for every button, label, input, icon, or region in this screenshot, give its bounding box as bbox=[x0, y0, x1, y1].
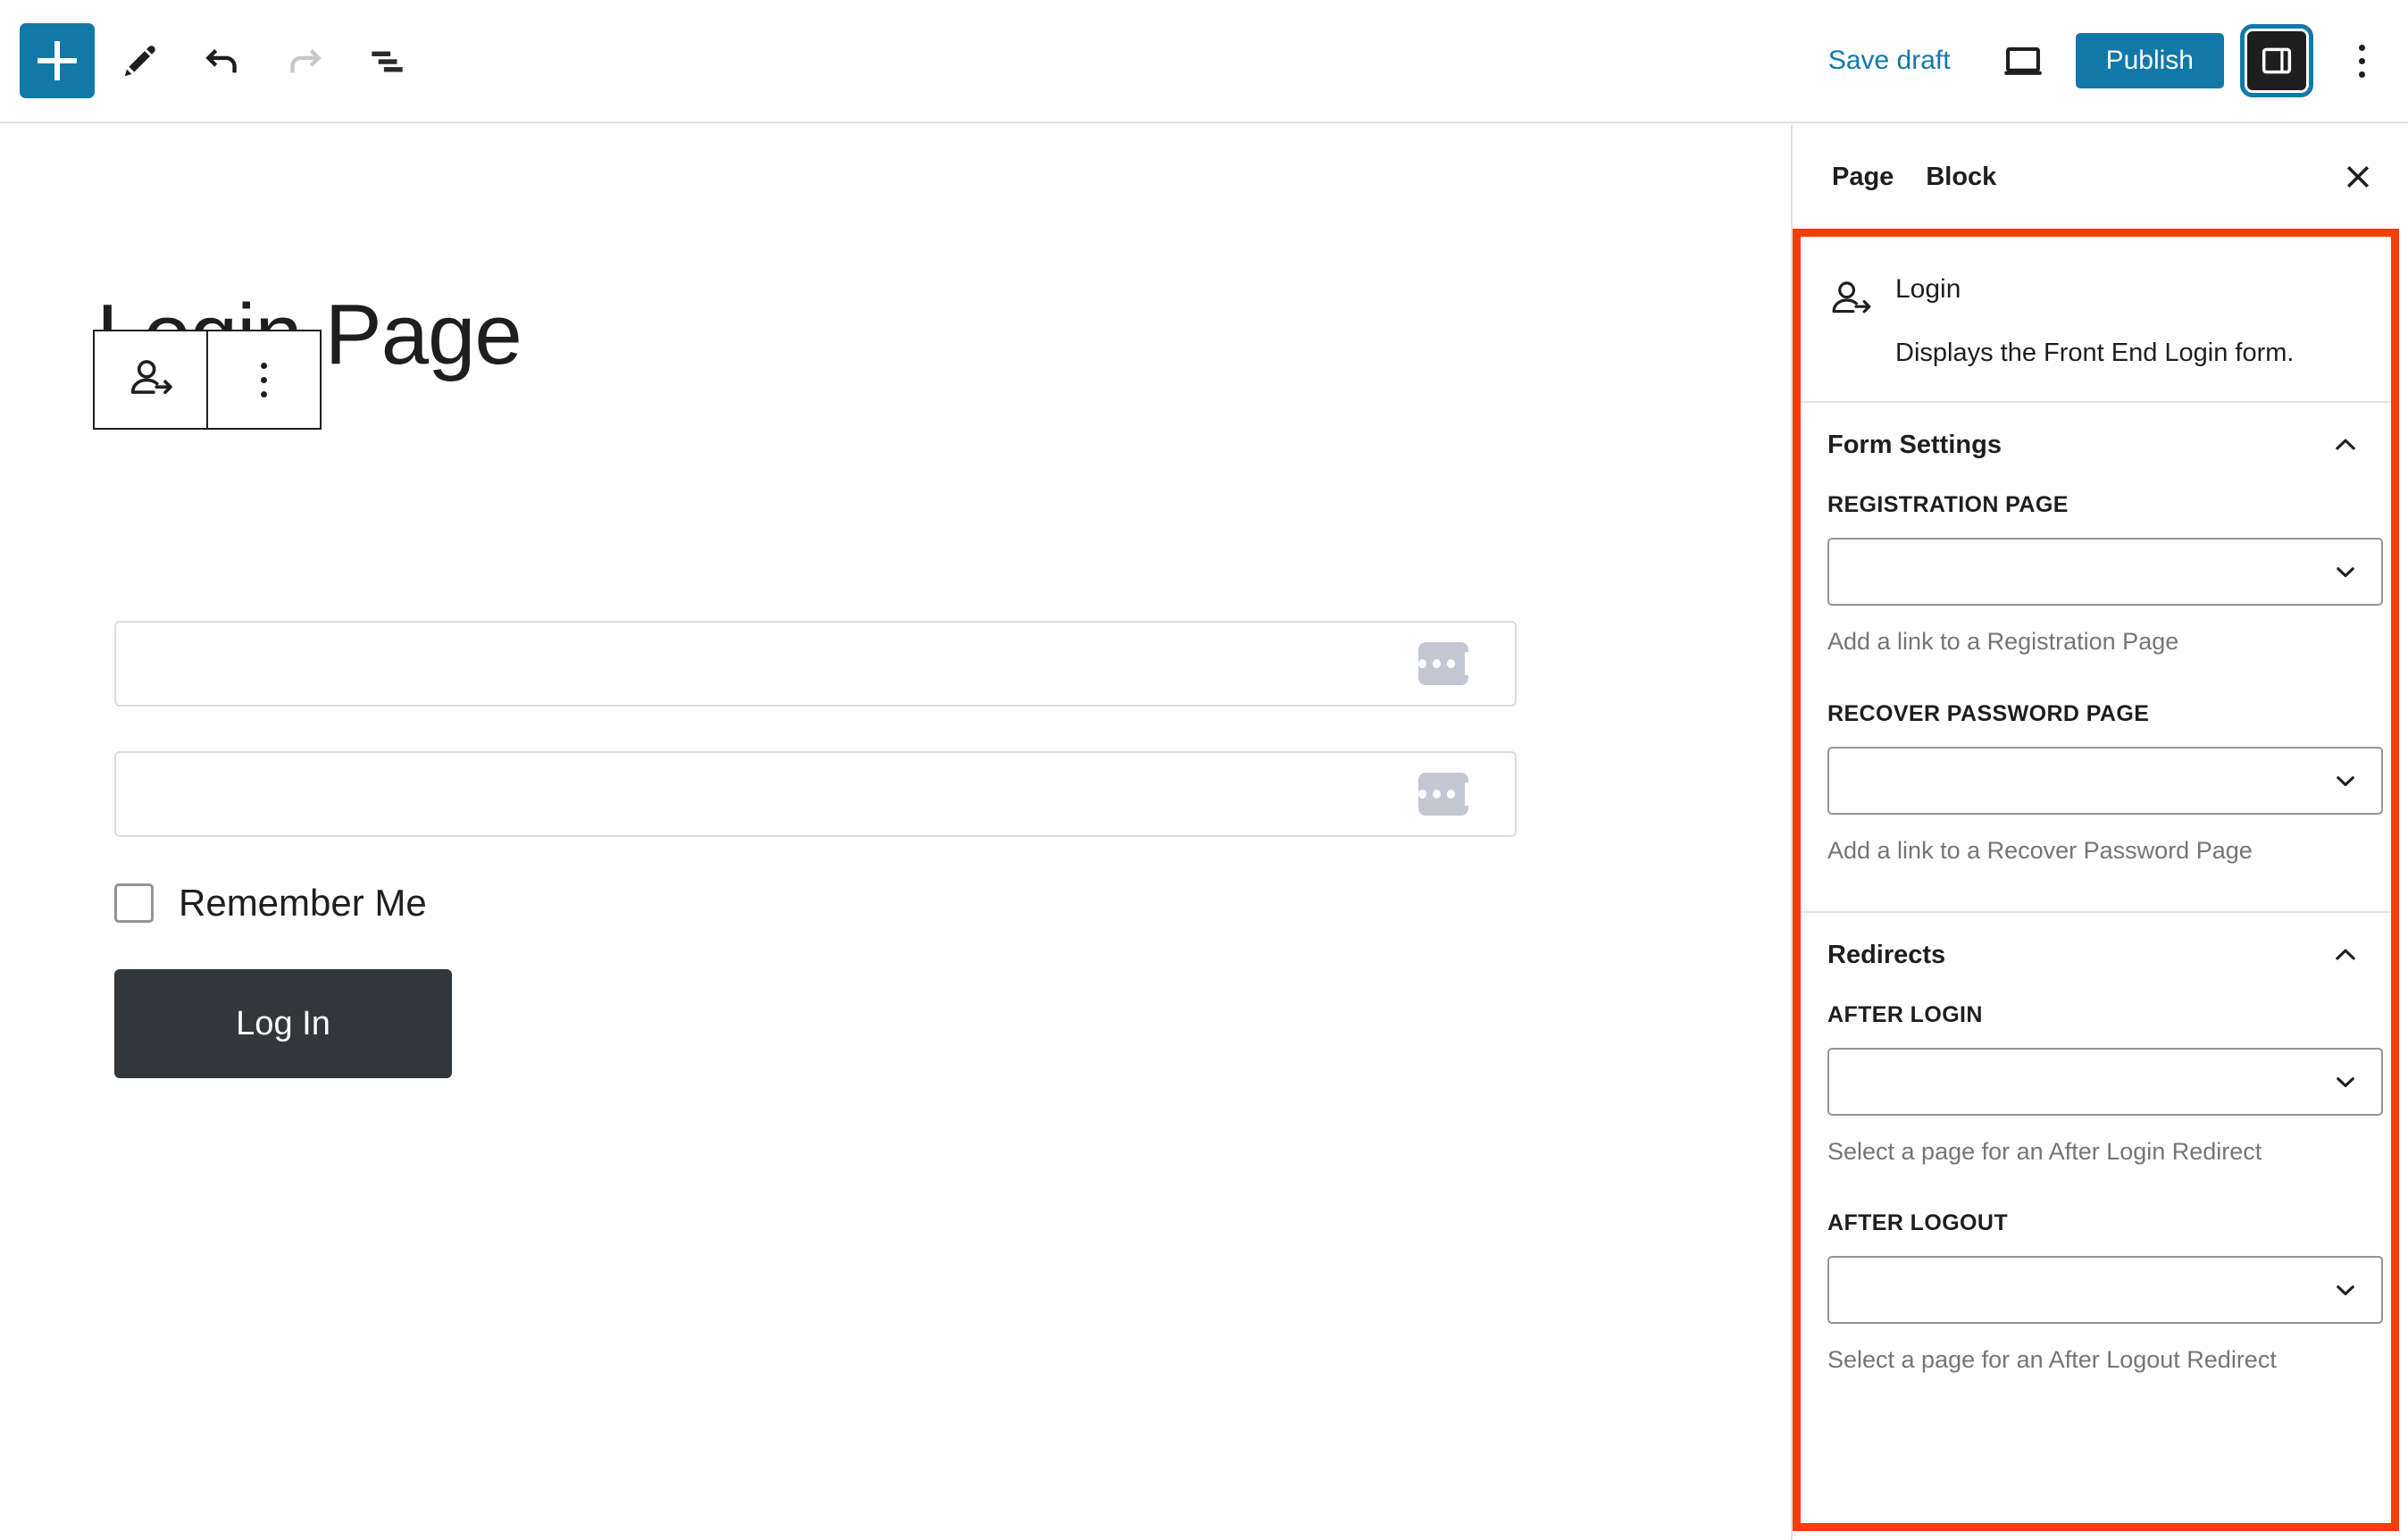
chevron-down-icon bbox=[2331, 1276, 2360, 1304]
header-left-tools bbox=[0, 23, 423, 98]
after-login-select[interactable] bbox=[1827, 1048, 2383, 1117]
field-label: AFTER LOGOUT bbox=[1827, 1210, 2009, 1236]
field-label: REGISTRATION PAGE bbox=[1827, 492, 2069, 518]
highlight-annotation-box: Login Displays the Front End Login form.… bbox=[1793, 229, 2399, 1531]
block-type-button[interactable] bbox=[95, 331, 206, 428]
undo-button[interactable] bbox=[186, 24, 259, 97]
sidebar-layout-icon bbox=[2259, 43, 2295, 79]
field-label: RECOVER PASSWORD PAGE bbox=[1827, 700, 2150, 726]
save-draft-button[interactable]: Save draft bbox=[1809, 33, 1970, 88]
kebab-dot bbox=[2358, 57, 2365, 64]
login-form-block[interactable]: Remember Me Log In bbox=[114, 621, 1517, 1078]
undo-icon bbox=[200, 38, 245, 83]
plus-icon bbox=[38, 41, 77, 80]
edit-pencil-icon bbox=[120, 40, 161, 81]
tab-block[interactable]: Block bbox=[1910, 154, 2012, 201]
block-description: Displays the Front End Login form. bbox=[1895, 339, 2295, 367]
document-overview-button[interactable] bbox=[350, 24, 423, 97]
block-floating-toolbar bbox=[93, 330, 322, 430]
editor-canvas[interactable]: Login Page bbox=[0, 125, 1791, 1540]
log-in-button[interactable]: Log In bbox=[114, 969, 452, 1078]
desktop-preview-icon bbox=[2000, 38, 2046, 84]
field-after-login: AFTER LOGIN Select a page for an After L… bbox=[1827, 990, 2383, 1166]
panel-form-settings: Form Settings REGISTRATION PAGE Add a li… bbox=[1801, 403, 2391, 911]
remember-me-row: Remember Me bbox=[114, 882, 1517, 925]
edit-tools-button[interactable] bbox=[104, 24, 177, 97]
field-help-text: Add a link to a Recover Password Page bbox=[1827, 836, 2253, 864]
settings-sidebar-toggle-button[interactable] bbox=[2240, 24, 2313, 97]
field-help-text: Add a link to a Registration Page bbox=[1827, 628, 2179, 656]
recover-password-page-select[interactable] bbox=[1827, 746, 2383, 815]
block-info-card: Login Displays the Front End Login form. bbox=[1801, 237, 2391, 401]
close-icon bbox=[2341, 160, 2375, 194]
redo-button[interactable] bbox=[268, 24, 341, 97]
chevron-up-icon bbox=[2330, 430, 2361, 460]
panel-form-settings-header[interactable]: Form Settings bbox=[1827, 403, 2364, 480]
panel-title: Form Settings bbox=[1827, 430, 2002, 459]
editor-header-toolbar: Save draft Publish bbox=[0, 0, 2408, 123]
header-right-actions: Save draft Publish bbox=[1809, 24, 2408, 97]
login-user-arrow-icon bbox=[1827, 272, 1876, 369]
chevron-down-icon bbox=[2331, 557, 2360, 586]
block-editor-window: Save draft Publish Page Remember Me Log … bbox=[0, 0, 2408, 1540]
block-settings-body: Login Displays the Front End Login form.… bbox=[1801, 237, 2391, 1523]
panel-title: Redirects bbox=[1827, 940, 1946, 969]
field-recover-password-page: RECOVER PASSWORD PAGE Add a link to a Re… bbox=[1827, 689, 2383, 865]
add-block-button[interactable] bbox=[20, 23, 95, 98]
panel-redirects-header[interactable]: Redirects bbox=[1827, 913, 2364, 990]
publish-button[interactable]: Publish bbox=[2075, 33, 2224, 88]
after-logout-select[interactable] bbox=[1827, 1256, 2383, 1325]
field-help-text: Select a page for an After Login Redirec… bbox=[1827, 1138, 2262, 1166]
sidebar-tab-bar: Page Block bbox=[1793, 125, 2408, 229]
block-name-label: Login bbox=[1895, 274, 1961, 304]
list-view-icon bbox=[364, 38, 409, 83]
registration-page-select[interactable] bbox=[1827, 538, 2383, 607]
block-options-button[interactable] bbox=[208, 331, 320, 428]
chevron-down-icon bbox=[2331, 1067, 2360, 1096]
preview-button[interactable] bbox=[1990, 28, 2056, 94]
username-field[interactable] bbox=[114, 621, 1517, 707]
kebab-dot bbox=[2358, 44, 2365, 51]
field-after-logout: AFTER LOGOUT Select a page for an After … bbox=[1827, 1198, 2383, 1374]
login-user-arrow-icon bbox=[125, 354, 177, 406]
chevron-down-icon bbox=[2331, 766, 2360, 795]
field-label: AFTER LOGIN bbox=[1827, 1002, 1983, 1028]
field-registration-page: REGISTRATION PAGE Add a link to a Regist… bbox=[1827, 480, 2383, 656]
field-help-text: Select a page for an After Logout Redire… bbox=[1827, 1346, 2277, 1374]
chevron-up-icon bbox=[2330, 940, 2361, 970]
placeholder-dots-icon bbox=[1418, 773, 1469, 816]
tab-page[interactable]: Page bbox=[1816, 154, 1910, 201]
kebab-dot bbox=[2358, 71, 2365, 78]
kebab-icon bbox=[261, 362, 267, 398]
close-sidebar-button[interactable] bbox=[2331, 150, 2385, 204]
remember-me-label: Remember Me bbox=[179, 882, 427, 924]
placeholder-dots-icon bbox=[1418, 642, 1469, 685]
remember-me-checkbox[interactable] bbox=[114, 883, 154, 923]
panel-redirects: Redirects AFTER LOGIN Select a page for … bbox=[1801, 913, 2391, 1375]
password-field[interactable] bbox=[114, 751, 1517, 837]
settings-sidebar: Page Block Login Displays the Front End … bbox=[1791, 125, 2408, 1540]
more-options-button[interactable] bbox=[2333, 28, 2390, 94]
redo-icon bbox=[282, 38, 327, 83]
